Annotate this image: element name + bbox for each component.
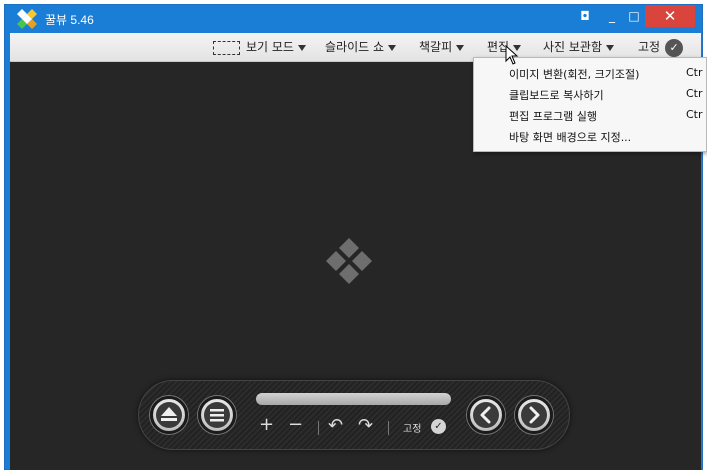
chevron-left-icon [473,402,499,428]
progress-track[interactable] [256,393,451,405]
menu-view-mode[interactable]: 보기 모드 [246,33,306,62]
zoom-in-button[interactable]: + [259,414,274,435]
menu-pin-label: 고정 [638,40,661,54]
rotate-left-button[interactable]: ↶ [328,415,343,436]
mouse-cursor-icon [505,45,519,65]
menu-item-run-editor[interactable]: 편집 프로그램 실행 [509,108,597,126]
honeyview-logo-icon [17,9,37,29]
maximize-button[interactable]: □ [621,5,647,27]
edit-dropdown-menu: 이미지 변환(회전, 크기조절) Ctr 클립보드로 복사하기 Ctr 편집 프… [473,57,707,152]
zoom-out-button[interactable]: − [288,414,303,435]
menu-view-mode-label: 보기 모드 [246,40,294,54]
title-bar[interactable]: 꿀뷰 5.46 ◘ _ □ ✕ [5,5,702,33]
window-title: 꿀뷰 5.46 [45,13,94,27]
pin-check-icon[interactable]: ✓ [431,419,446,434]
menu-slideshow[interactable]: 슬라이드 쇼 [325,33,397,62]
menu-item-convert-image[interactable]: 이미지 변환(회전, 크기조절) [509,66,639,84]
shortcut-label: Ctr [686,87,703,100]
aspect-button[interactable]: ◘ [572,5,598,27]
menu-slideshow-label: 슬라이드 쇼 [325,40,385,54]
shortcut-label: Ctr [686,66,703,79]
next-button[interactable] [515,396,553,434]
eject-icon [156,402,182,428]
menu-item-set-wallpaper[interactable]: 바탕 화면 배경으로 지정... [509,129,631,147]
caret-down-icon [456,44,465,51]
eject-button[interactable] [150,396,188,434]
menu-button[interactable] [198,396,236,434]
honeyview-window: 꿀뷰 5.46 ◘ _ □ ✕ 보기 모드 슬라이드 쇼 책갈피 편집 사진 보… [0,0,707,474]
chevron-right-icon [521,402,547,428]
toolbar-separator [318,421,319,435]
menu-bookmark-label: 책갈피 [419,40,453,54]
hamburger-menu-icon [204,402,230,428]
caret-down-icon [388,44,397,51]
view-mode-icon[interactable] [213,41,240,55]
shortcut-label: Ctr [686,108,703,121]
menu-item-copy-clipboard[interactable]: 클립보드로 복사하기 [509,87,604,105]
check-circle-icon: ✓ [665,38,684,57]
caret-down-icon [606,44,615,51]
menu-photo-storage-label: 사진 보관함 [543,40,603,54]
close-button[interactable]: ✕ [645,5,695,27]
rotate-right-button[interactable]: ↷ [358,415,373,436]
caret-down-icon [297,44,306,51]
honeyview-placeholder-icon [326,238,372,284]
pin-label[interactable]: 고정 [403,420,421,435]
prev-button[interactable] [467,396,505,434]
menu-bookmark[interactable]: 책갈피 [419,33,465,62]
toolbar-separator [388,421,389,435]
